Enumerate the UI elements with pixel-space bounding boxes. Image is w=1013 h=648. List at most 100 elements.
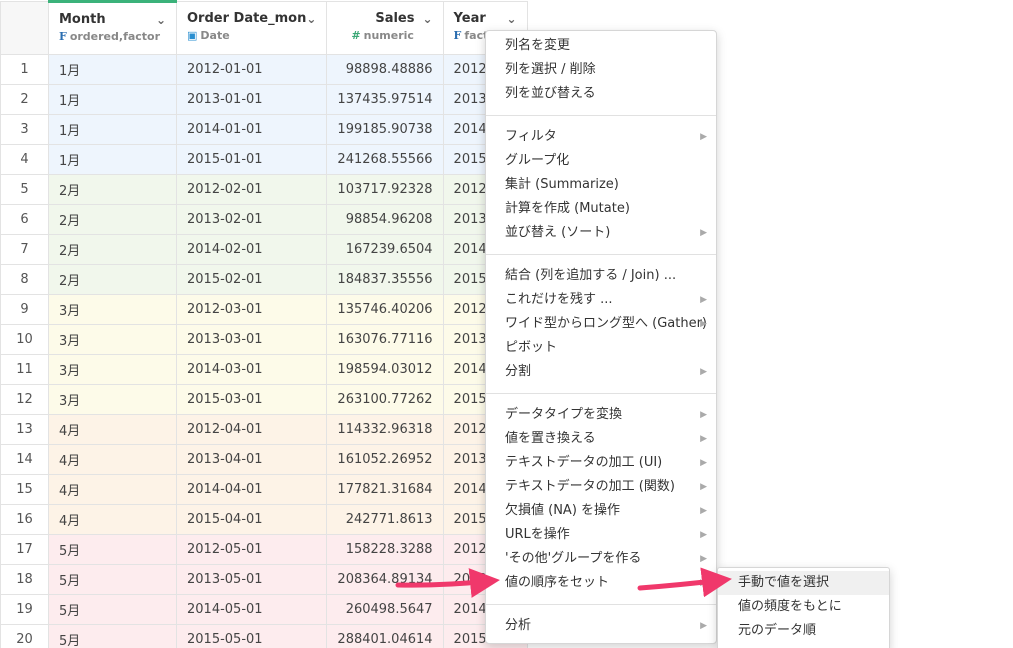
menu-item[interactable]: データタイプを変換 ▶ — [486, 403, 716, 427]
month-cell[interactable]: 5月 — [48, 534, 177, 565]
order-date-cell[interactable]: 2015-02-01 — [175, 264, 328, 295]
column-header-month[interactable]: Month ⌄ Fordered,factor — [48, 0, 177, 55]
sales-cell[interactable]: 242771.8613 — [326, 504, 444, 535]
month-cell[interactable]: 4月 — [48, 474, 177, 505]
row-index-cell[interactable]: 18 — [0, 564, 49, 595]
row-index-cell[interactable]: 6 — [0, 204, 49, 235]
order-date-cell[interactable]: 2013-02-01 — [175, 204, 328, 235]
sales-cell[interactable]: 184837.35556 — [326, 264, 444, 295]
menu-item[interactable]: 集計 (Summarize) — [486, 173, 716, 197]
month-cell[interactable]: 3月 — [48, 294, 177, 325]
sales-cell[interactable]: 158228.3288 — [326, 534, 444, 565]
month-cell[interactable]: 2月 — [48, 234, 177, 265]
order-date-cell[interactable]: 2012-04-01 — [175, 414, 328, 445]
order-date-cell[interactable]: 2014-04-01 — [175, 474, 328, 505]
sales-cell[interactable]: 98854.96208 — [326, 204, 444, 235]
row-index-cell[interactable]: 15 — [0, 474, 49, 505]
menu-item[interactable]: ピボット — [486, 336, 716, 360]
row-index-cell[interactable]: 17 — [0, 534, 49, 565]
menu-item[interactable]: テキストデータの加工 (UI) ▶ — [486, 451, 716, 475]
sales-cell[interactable]: 135746.40206 — [326, 294, 444, 325]
order-date-cell[interactable]: 2013-05-01 — [175, 564, 328, 595]
order-date-cell[interactable]: 2014-02-01 — [175, 234, 328, 265]
menu-item[interactable]: 計算を作成 (Mutate) — [486, 197, 716, 221]
column-header-order-date[interactable]: Order Date_mon ⌄ ▣ Date — [175, 1, 328, 55]
row-index-cell[interactable]: 2 — [0, 84, 49, 115]
row-index-cell[interactable]: 10 — [0, 324, 49, 355]
menu-item[interactable]: 値の順序をセット ▶ — [486, 571, 716, 595]
month-cell[interactable]: 5月 — [48, 594, 177, 625]
month-cell[interactable]: 4月 — [48, 504, 177, 535]
sales-cell[interactable]: 137435.97514 — [326, 84, 444, 115]
menu-item[interactable]: テキストデータの加工 (関数) ▶ — [486, 475, 716, 499]
order-date-cell[interactable]: 2012-01-01 — [175, 54, 328, 85]
sales-cell[interactable]: 167239.6504 — [326, 234, 444, 265]
order-date-cell[interactable]: 2012-02-01 — [175, 174, 328, 205]
menu-item[interactable]: 列を並び替える — [486, 82, 716, 106]
row-index-cell[interactable]: 11 — [0, 354, 49, 385]
row-index-cell[interactable]: 12 — [0, 384, 49, 415]
month-cell[interactable]: 4月 — [48, 444, 177, 475]
order-date-cell[interactable]: 2015-03-01 — [175, 384, 328, 415]
row-index-cell[interactable]: 3 — [0, 114, 49, 145]
menu-item[interactable]: 列名を変更 — [486, 34, 716, 58]
menu-item[interactable]: グループ化 — [486, 149, 716, 173]
menu-item[interactable]: 欠損値 (NA) を操作 ▶ — [486, 499, 716, 523]
sales-cell[interactable]: 177821.31684 — [326, 474, 444, 505]
row-index-cell[interactable]: 16 — [0, 504, 49, 535]
sales-cell[interactable]: 198594.03012 — [326, 354, 444, 385]
sales-cell[interactable]: 114332.96318 — [326, 414, 444, 445]
month-cell[interactable]: 1月 — [48, 114, 177, 145]
month-cell[interactable]: 2月 — [48, 174, 177, 205]
submenu-item[interactable]: 元のデータ順 — [718, 619, 889, 643]
sales-cell[interactable]: 199185.90738 — [326, 114, 444, 145]
chevron-down-icon[interactable]: ⌄ — [306, 12, 316, 26]
column-header-sales[interactable]: Sales ⌄ # numeric — [326, 1, 444, 55]
order-date-cell[interactable]: 2015-04-01 — [175, 504, 328, 535]
order-date-cell[interactable]: 2012-05-01 — [175, 534, 328, 565]
month-cell[interactable]: 4月 — [48, 414, 177, 445]
chevron-down-icon[interactable]: ⌄ — [156, 13, 166, 27]
month-cell[interactable]: 3月 — [48, 324, 177, 355]
order-date-cell[interactable]: 2015-05-01 — [175, 624, 328, 648]
order-date-cell[interactable]: 2013-01-01 — [175, 84, 328, 115]
row-index-cell[interactable]: 1 — [0, 54, 49, 85]
menu-item[interactable]: 'その他'グループを作る ▶ — [486, 547, 716, 571]
month-cell[interactable]: 5月 — [48, 624, 177, 648]
menu-item[interactable]: フィルタ ▶ — [486, 125, 716, 149]
sales-cell[interactable]: 103717.92328 — [326, 174, 444, 205]
menu-item[interactable]: 分析 ▶ — [486, 614, 716, 638]
chevron-down-icon[interactable]: ⌄ — [506, 12, 516, 26]
menu-item[interactable]: 値を置き換える ▶ — [486, 427, 716, 451]
month-cell[interactable]: 2月 — [48, 204, 177, 235]
month-cell[interactable]: 1月 — [48, 84, 177, 115]
row-index-cell[interactable]: 4 — [0, 144, 49, 175]
row-index-cell[interactable]: 7 — [0, 234, 49, 265]
order-date-cell[interactable]: 2014-05-01 — [175, 594, 328, 625]
row-index-cell[interactable]: 8 — [0, 264, 49, 295]
row-index-cell[interactable]: 9 — [0, 294, 49, 325]
month-cell[interactable]: 3月 — [48, 384, 177, 415]
row-index-cell[interactable]: 14 — [0, 444, 49, 475]
submenu-item[interactable]: 値の頻度をもとに — [718, 595, 889, 619]
chevron-down-icon[interactable]: ⌄ — [422, 12, 432, 26]
row-index-cell[interactable]: 20 — [0, 624, 49, 648]
sales-cell[interactable]: 161052.26952 — [326, 444, 444, 475]
month-cell[interactable]: 1月 — [48, 144, 177, 175]
sales-cell[interactable]: 163076.77116 — [326, 324, 444, 355]
month-cell[interactable]: 3月 — [48, 354, 177, 385]
menu-item[interactable]: これだけを残す ... ▶ — [486, 288, 716, 312]
sales-cell[interactable]: 241268.55566 — [326, 144, 444, 175]
order-date-cell[interactable]: 2012-03-01 — [175, 294, 328, 325]
sales-cell[interactable]: 263100.77262 — [326, 384, 444, 415]
sales-cell[interactable]: 98898.48886 — [326, 54, 444, 85]
sales-cell[interactable]: 208364.89134 — [326, 564, 444, 595]
sales-cell[interactable]: 260498.5647 — [326, 594, 444, 625]
order-date-cell[interactable]: 2015-01-01 — [175, 144, 328, 175]
sales-cell[interactable]: 288401.04614 — [326, 624, 444, 648]
menu-item[interactable]: 結合 (列を追加する / Join) ... — [486, 264, 716, 288]
submenu-item[interactable]: 手動で値を選択 — [718, 571, 889, 595]
month-cell[interactable]: 1月 — [48, 54, 177, 85]
menu-item[interactable]: ワイド型からロング型へ (Gather) ▶ — [486, 312, 716, 336]
order-date-cell[interactable]: 2014-01-01 — [175, 114, 328, 145]
